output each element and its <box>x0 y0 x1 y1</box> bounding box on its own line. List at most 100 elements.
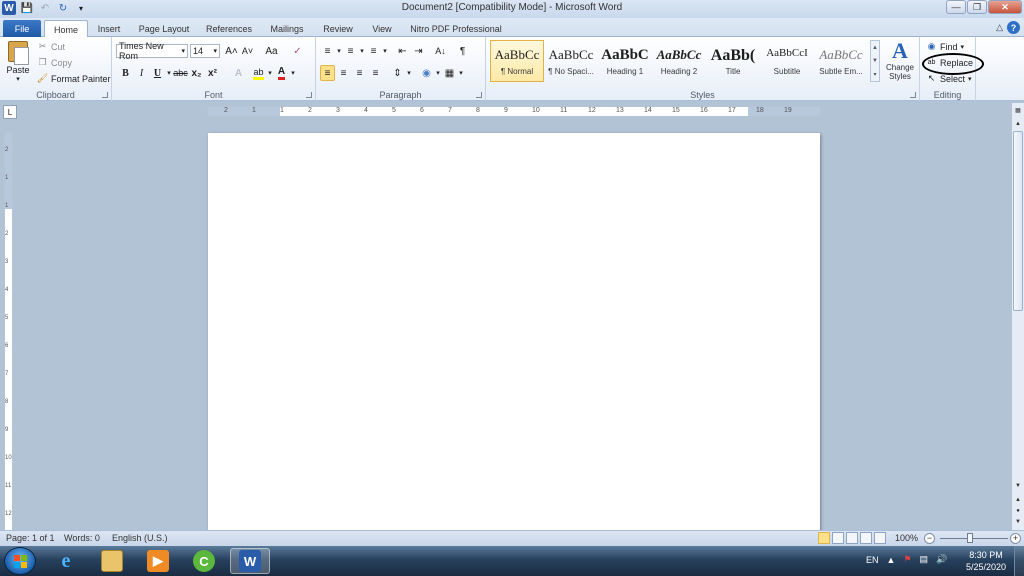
chevron-down-icon[interactable]: ▾ <box>267 65 273 81</box>
chevron-down-icon[interactable]: ▾ <box>336 43 342 59</box>
zoom-out-button[interactable]: − <box>924 533 935 544</box>
font-name-dropdown[interactable]: Times New Rom ▾ <box>116 41 188 61</box>
tab-selector-icon[interactable]: L <box>3 105 17 119</box>
chevron-down-icon[interactable]: ▾ <box>166 65 172 81</box>
font-size-dropdown[interactable]: 14 ▾ <box>190 44 220 58</box>
action-center-flag-icon[interactable]: ⚑ <box>903 554 911 565</box>
grow-font-button[interactable]: A˄ <box>224 43 239 59</box>
style-normal[interactable]: AaBbCc ¶ Normal <box>490 40 544 82</box>
style-heading-2[interactable]: AaBbCc Heading 2 <box>652 40 706 82</box>
scroll-up-icon[interactable]: ▲ <box>1013 119 1023 129</box>
tab-references[interactable]: References <box>202 20 256 37</box>
align-right-icon[interactable]: ≡ <box>352 65 367 81</box>
vertical-ruler[interactable]: 2 1 1 2 3 4 5 6 7 8 9 10 11 12 <box>4 132 13 532</box>
chevron-down-icon[interactable]: ▾ <box>458 65 464 81</box>
change-styles-button[interactable]: A Change Styles <box>882 39 918 85</box>
scroll-down-icon[interactable]: ▼ <box>872 58 878 64</box>
decrease-indent-icon[interactable]: ⇤ <box>395 43 410 59</box>
print-layout-icon[interactable] <box>818 532 830 544</box>
paragraph-launcher-icon[interactable] <box>476 92 482 98</box>
minimize-ribbon-icon[interactable]: △ <box>996 22 1003 33</box>
language-status[interactable]: English (U.S.) <box>112 533 168 543</box>
format-painter-button[interactable]: 🖌 Format Painter <box>37 73 111 84</box>
tab-home[interactable]: Home <box>44 20 88 38</box>
bold-button[interactable]: B <box>118 65 133 81</box>
document-page[interactable] <box>208 133 820 533</box>
help-icon[interactable]: ? <box>1007 21 1020 34</box>
draft-view-icon[interactable] <box>874 532 886 544</box>
volume-icon[interactable]: 🔊 <box>936 554 947 565</box>
multilevel-list-icon[interactable]: ≡ <box>366 43 381 59</box>
vertical-scrollbar[interactable]: ▦ ▲ ▼ ▲ ● ▼ <box>1011 103 1024 530</box>
ruler-toggle-icon[interactable]: ▦ <box>1013 105 1023 115</box>
zoom-level[interactable]: 100% <box>895 533 918 543</box>
taskbar-camtasia[interactable]: C <box>184 548 224 574</box>
word-count[interactable]: Words: 0 <box>64 533 100 543</box>
increase-indent-icon[interactable]: ⇥ <box>411 43 426 59</box>
style-title[interactable]: AaBb( Title <box>706 40 760 82</box>
font-launcher-icon[interactable] <box>306 92 312 98</box>
change-case-button[interactable]: Aa <box>264 43 279 59</box>
bullets-icon[interactable]: ≡ <box>320 43 335 59</box>
web-layout-icon[interactable] <box>846 532 858 544</box>
browse-object-icon[interactable]: ● <box>1013 506 1023 516</box>
chevron-down-icon[interactable]: ▾ <box>290 65 296 81</box>
tab-view[interactable]: View <box>368 20 396 37</box>
clipboard-launcher-icon[interactable] <box>102 92 108 98</box>
taskbar-file-explorer[interactable] <box>92 548 132 574</box>
style-heading-1[interactable]: AaBbC Heading 1 <box>598 40 652 82</box>
tab-file[interactable]: File <box>3 20 41 37</box>
highlight-color-icon[interactable]: ab <box>251 65 266 81</box>
style-no-spacing[interactable]: AaBbCc ¶ No Spaci... <box>544 40 598 82</box>
scroll-down-icon[interactable]: ▼ <box>1013 481 1023 491</box>
superscript-button[interactable]: x² <box>205 65 220 81</box>
align-left-icon[interactable]: ≡ <box>320 65 335 81</box>
justify-icon[interactable]: ≡ <box>368 65 383 81</box>
styles-launcher-icon[interactable] <box>910 92 916 98</box>
close-button[interactable]: ✕ <box>988 0 1022 14</box>
previous-page-icon[interactable]: ▲ <box>1013 495 1023 505</box>
restore-button[interactable]: ❐ <box>967 0 987 14</box>
tab-page-layout[interactable]: Page Layout <box>134 20 194 37</box>
zoom-in-button[interactable]: + <box>1010 533 1021 544</box>
paste-dropdown-icon[interactable]: ▾ <box>16 75 20 83</box>
subscript-button[interactable]: x₂ <box>189 65 204 81</box>
chevron-down-icon[interactable]: ▾ <box>382 43 388 59</box>
cut-button[interactable]: ✂ Cut <box>37 41 65 52</box>
line-spacing-icon[interactable]: ⇕ <box>390 65 405 81</box>
taskbar-microsoft-word[interactable]: W <box>230 548 270 574</box>
chevron-down-icon[interactable]: ▾ <box>359 43 365 59</box>
minimize-button[interactable]: — <box>946 0 966 14</box>
style-subtle-emphasis[interactable]: AaBbCc Subtle Em... <box>814 40 868 82</box>
start-button[interactable] <box>4 547 36 575</box>
input-language[interactable]: EN <box>866 555 879 565</box>
scroll-thumb[interactable] <box>1013 131 1023 311</box>
numbering-icon[interactable]: ≡ <box>343 43 358 59</box>
taskbar-media-player[interactable]: ▶ <box>138 548 178 574</box>
show-desktop-button[interactable] <box>1014 546 1024 576</box>
page-count[interactable]: Page: 1 of 1 <box>6 533 55 543</box>
system-clock[interactable]: 8:30 PM 5/25/2020 <box>962 549 1010 573</box>
chevron-down-icon[interactable]: ▾ <box>406 65 412 81</box>
shading-icon[interactable]: ◉ <box>419 65 434 81</box>
tab-insert[interactable]: Insert <box>92 20 126 37</box>
tab-mailings[interactable]: Mailings <box>266 20 308 37</box>
text-effects-icon[interactable]: A <box>231 65 246 81</box>
clear-formatting-icon[interactable]: ✓ <box>290 43 305 59</box>
find-button[interactable]: ◉ Find ▾ <box>926 41 964 52</box>
strikethrough-button[interactable]: abc <box>173 65 188 81</box>
zoom-slider[interactable] <box>940 538 1008 539</box>
next-page-icon[interactable]: ▼ <box>1013 517 1023 527</box>
horizontal-ruler[interactable]: 2 1 1 2 3 4 5 6 7 8 9 10 11 12 13 14 15 16 17 18 19 <box>207 106 821 117</box>
font-color-icon[interactable]: A <box>274 65 289 81</box>
copy-button[interactable]: ❐ Copy <box>37 57 72 68</box>
sort-icon[interactable]: A↓ <box>433 43 448 59</box>
borders-icon[interactable]: ▦ <box>442 65 457 81</box>
scroll-up-icon[interactable]: ▲ <box>872 45 878 51</box>
align-center-icon[interactable]: ≡ <box>336 65 351 81</box>
italic-button[interactable]: I <box>134 65 149 81</box>
network-icon[interactable]: ▤ <box>920 554 929 565</box>
underline-button[interactable]: U <box>150 65 165 81</box>
full-screen-reading-icon[interactable] <box>832 532 844 544</box>
show-hide-pilcrow-icon[interactable]: ¶ <box>455 43 470 59</box>
